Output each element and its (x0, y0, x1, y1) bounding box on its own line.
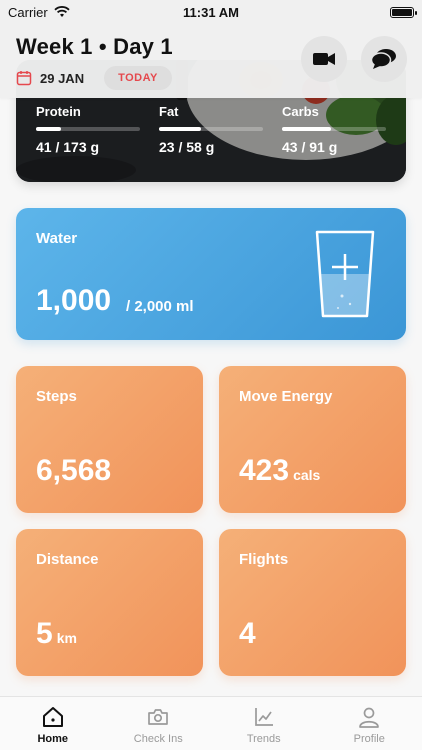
carrier-label: Carrier (8, 4, 48, 20)
flights-label: Flights (239, 551, 289, 568)
distance-unit: km (56, 630, 77, 646)
macro-carbs-progress (282, 127, 386, 131)
tab-trends-label: Trends (246, 733, 281, 745)
tab-trends[interactable]: Trends (211, 697, 317, 750)
home-icon (42, 707, 63, 727)
steps-value: 6,568 (36, 454, 112, 487)
wifi-icon (54, 6, 70, 17)
calendar-icon (16, 71, 32, 86)
chat-button[interactable] (361, 36, 407, 82)
trend-chart-icon (254, 708, 273, 726)
macro-fat-label: Fat (159, 104, 179, 119)
current-date: 29 JAN (40, 70, 85, 86)
add-water-glass-icon[interactable] (314, 228, 376, 320)
move-energy-card[interactable]: Move Energy 423 cals (219, 366, 406, 513)
distance-card[interactable]: Distance 5 km (16, 529, 203, 676)
move-energy-value: 423 cals (239, 454, 321, 487)
tab-profile-label: Profile (353, 733, 385, 745)
distance-label: Distance (36, 551, 99, 568)
tab-home-label: Home (37, 733, 69, 745)
chat-bubbles-icon (371, 49, 396, 69)
flights-value: 4 (239, 617, 256, 650)
app-header: Carrier 11:31 AM Week 1 • Day 1 29 JAN T… (0, 0, 422, 98)
macro-protein-progress (36, 127, 140, 131)
distance-value: 5 km (36, 617, 77, 650)
move-energy-unit: cals (293, 467, 321, 483)
move-energy-label: Move Energy (239, 388, 333, 405)
macro-carbs-label: Carbs (282, 104, 319, 119)
tab-profile[interactable]: Profile (317, 697, 422, 750)
steps-card[interactable]: Steps 6,568 (16, 366, 203, 513)
profile-icon (359, 707, 380, 728)
tab-check-ins-label: Check Ins (133, 733, 183, 745)
water-card[interactable]: Water 1,000 / 2,000 ml (16, 208, 406, 340)
tab-bar: Home Check Ins Trends Profile (0, 696, 422, 750)
camera-icon (148, 709, 169, 725)
page-title: Week 1 • Day 1 (16, 34, 173, 59)
tab-home[interactable]: Home (0, 697, 106, 750)
date-row[interactable]: 29 JAN TODAY (16, 66, 172, 90)
video-call-button[interactable] (301, 36, 347, 82)
macro-fat-value: 23 / 58 g (159, 139, 215, 155)
water-goal: / 2,000 ml (126, 298, 194, 315)
flights-card[interactable]: Flights 4 (219, 529, 406, 676)
today-button[interactable]: TODAY (104, 66, 172, 90)
macro-fat: Fat 23 / 58 g (159, 104, 263, 155)
tab-check-ins[interactable]: Check Ins (106, 697, 212, 750)
macro-protein-value: 41 / 173 g (36, 139, 100, 155)
status-bar: Carrier 11:31 AM (0, 0, 422, 24)
macro-fat-progress (159, 127, 263, 131)
macro-carbs: Carbs 43 / 91 g (282, 104, 386, 155)
water-amount: 1,000 (36, 284, 112, 317)
battery-icon (390, 6, 417, 18)
macro-carbs-value: 43 / 91 g (282, 139, 338, 155)
macro-protein: Protein 41 / 173 g (36, 104, 140, 155)
water-label: Water (36, 230, 78, 247)
macro-protein-label: Protein (36, 104, 81, 119)
steps-label: Steps (36, 388, 77, 405)
video-camera-icon (313, 53, 335, 65)
